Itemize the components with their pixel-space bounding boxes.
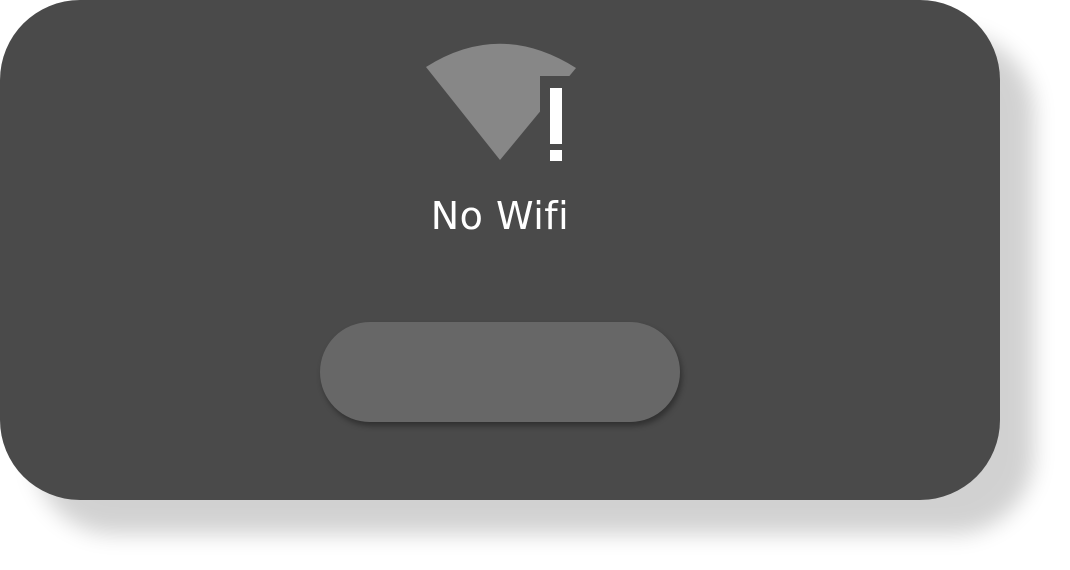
retry-button[interactable] xyxy=(320,322,680,422)
no-wifi-card: No Wifi xyxy=(0,0,1000,500)
wifi-off-alert-icon xyxy=(420,40,580,170)
alert-dot xyxy=(550,150,562,161)
alert-bar xyxy=(550,88,562,144)
status-label: No Wifi xyxy=(430,194,570,238)
